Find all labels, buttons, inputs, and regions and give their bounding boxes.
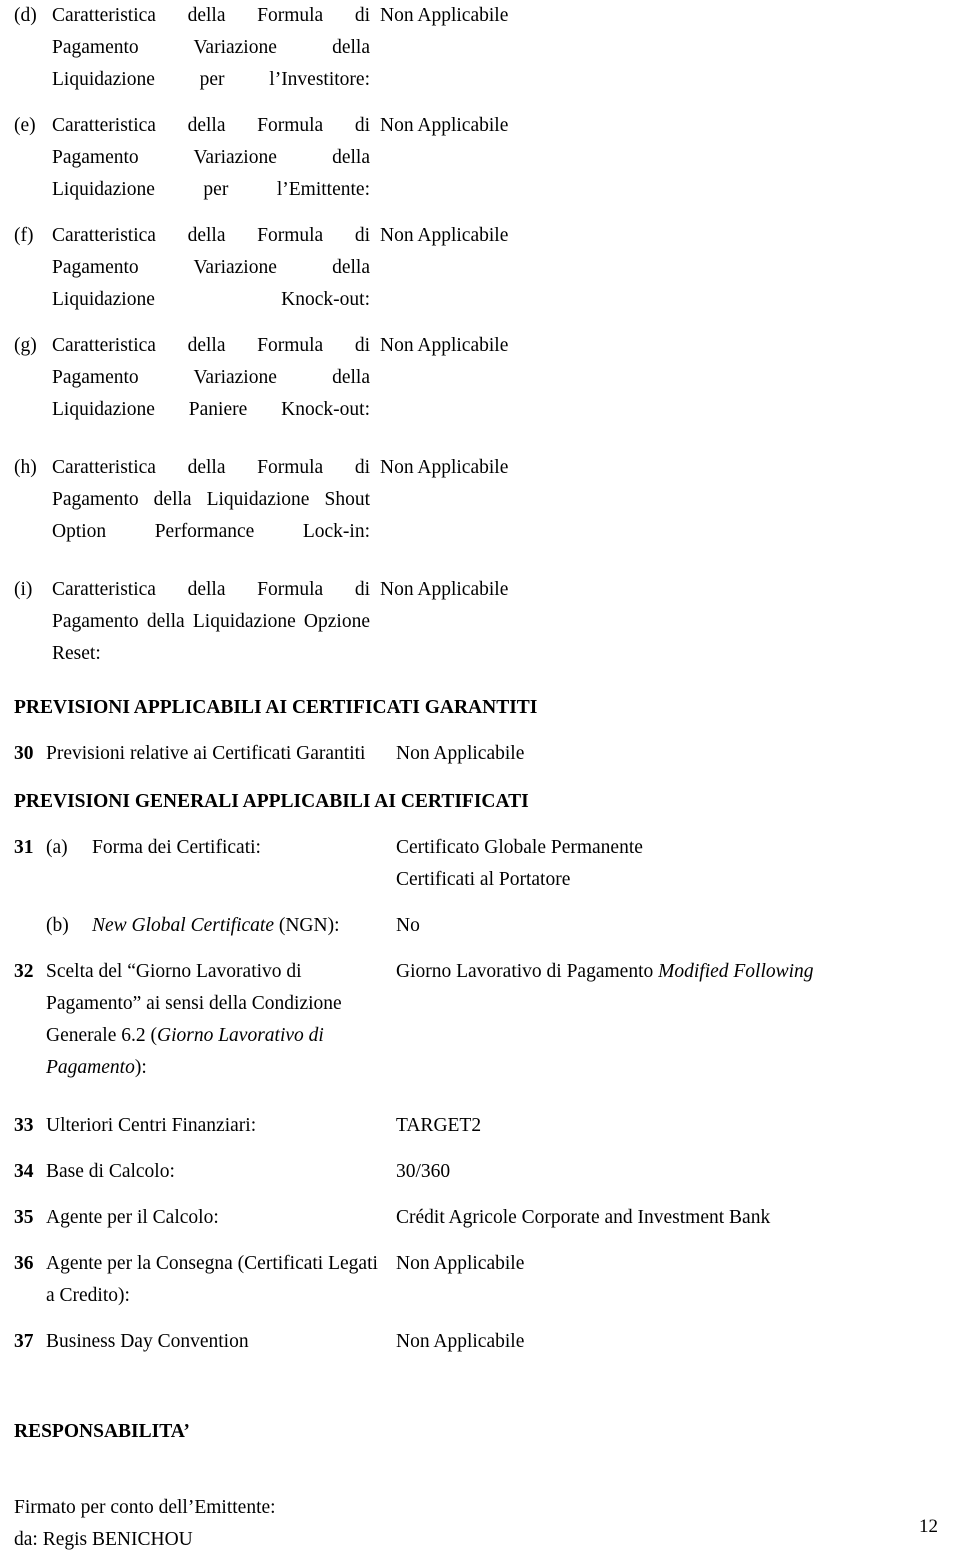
item-label: Caratteristica della Formula di Pagament…: [52, 457, 370, 542]
item-marker: (g): [14, 335, 37, 356]
item-marker: (d): [14, 5, 37, 26]
responsabilita-title: RESPONSABILITA’: [14, 1421, 190, 1442]
row-label: Agente per il Calcolo:: [46, 1207, 219, 1228]
row-value: Certificato Globale Permanente Certifica…: [396, 832, 960, 896]
page-number: 12: [919, 1516, 938, 1537]
table-row: 34 Base di Calcolo: 30/360: [0, 1156, 960, 1188]
row-value: Non Applicabile: [396, 743, 525, 764]
item-marker: (e): [14, 115, 36, 136]
item-value: Non Applicabile: [380, 225, 509, 246]
list-item: (i) Caratteristica della Formula di Paga…: [0, 574, 960, 670]
item-marker: (h): [14, 457, 37, 478]
row-number: 31: [14, 837, 34, 858]
table-row: 31 (a) Forma dei Certificati: Certificat…: [0, 832, 960, 896]
list-item: (g) Caratteristica della Formula di Paga…: [0, 330, 960, 426]
list-item: (f) Caratteristica della Formula di Paga…: [0, 220, 960, 316]
row-value-italic: Modified Following: [658, 961, 814, 982]
row-number: 37: [14, 1331, 34, 1352]
row-marker: (b): [46, 915, 69, 936]
table-row: 33 Ulteriori Centri Finanziari: TARGET2: [0, 1110, 960, 1142]
item-label: Caratteristica della Formula di Pagament…: [52, 115, 370, 200]
document-page: (d) Caratteristica della Formula di Paga…: [0, 0, 960, 1559]
row-value-part1: Giorno Lavorativo di Pagamento: [396, 961, 659, 982]
row-number: 34: [14, 1161, 34, 1182]
row-number: 32: [14, 961, 34, 982]
list-item: (e) Caratteristica della Formula di Paga…: [0, 110, 960, 206]
row-number: 36: [14, 1253, 34, 1274]
item-label: Caratteristica della Formula di Pagament…: [52, 579, 370, 664]
list-item: (d) Caratteristica della Formula di Paga…: [0, 0, 960, 96]
item-label: Caratteristica della Formula di Pagament…: [52, 335, 370, 420]
item-label: Caratteristica della Formula di Pagament…: [52, 5, 370, 90]
row-label: New Global Certificate (NGN):: [92, 910, 396, 942]
item-value: Non Applicabile: [380, 115, 509, 136]
section-heading-garantiti: PREVISIONI APPLICABILI AI CERTIFICATI GA…: [14, 697, 538, 718]
signature-line-1: Firmato per conto dell’Emittente:: [14, 1497, 276, 1518]
row-label: Previsioni relative ai Certificati Garan…: [46, 743, 366, 764]
item-marker: (i): [14, 579, 33, 600]
row-label: Agente per la Consegna (Certificati Lega…: [46, 1253, 378, 1306]
item-value: Non Applicabile: [380, 579, 509, 600]
table-row: 32 Scelta del “Giorno Lavorativo di Paga…: [0, 956, 960, 1084]
row-label-part2: ):: [134, 1057, 147, 1078]
list-item: (h) Caratteristica della Formula di Paga…: [0, 452, 960, 548]
item-marker: (f): [14, 225, 34, 246]
row-value: TARGET2: [396, 1115, 482, 1136]
row-label: Scelta del “Giorno Lavorativo di Pagamen…: [46, 956, 396, 1084]
row-value: 30/360: [396, 1161, 451, 1182]
row-value: Giorno Lavorativo di Pagamento Modified …: [396, 956, 960, 988]
table-row: 36 Agente per la Consegna (Certificati L…: [0, 1248, 960, 1312]
row-value: Non Applicabile: [396, 1253, 525, 1274]
row-value: No: [396, 915, 420, 936]
row-marker: (a): [46, 837, 68, 858]
row-label: Business Day Convention: [46, 1331, 249, 1352]
row-number: 33: [14, 1115, 34, 1136]
row-number: 30: [14, 743, 34, 764]
row-label: Forma dei Certificati:: [92, 837, 261, 858]
row-value-line1: Certificato Globale Permanente: [396, 837, 643, 858]
item-label: Caratteristica della Formula di Pagament…: [52, 225, 370, 310]
row-value-line2: Certificati al Portatore: [396, 869, 571, 890]
signature-line-2: da: Regis BENICHOU: [14, 1529, 193, 1550]
table-row: 30 Previsioni relative ai Certificati Ga…: [0, 738, 960, 770]
row-number: 35: [14, 1207, 34, 1228]
table-row: (b) New Global Certificate (NGN): No: [0, 910, 960, 942]
item-value: Non Applicabile: [380, 5, 509, 26]
table-row: 37 Business Day Convention Non Applicabi…: [0, 1326, 960, 1358]
row-value: Crédit Agricole Corporate and Investment…: [396, 1207, 771, 1228]
row-label-rest: (NGN):: [273, 915, 340, 936]
row-value: Non Applicabile: [396, 1331, 525, 1352]
item-value: Non Applicabile: [380, 335, 509, 356]
table-row: 35 Agente per il Calcolo: Crédit Agricol…: [0, 1202, 960, 1234]
row-label: Ulteriori Centri Finanziari:: [46, 1115, 257, 1136]
item-value: Non Applicabile: [380, 457, 509, 478]
section-heading-generali: PREVISIONI GENERALI APPLICABILI AI CERTI…: [14, 791, 529, 812]
row-label-italic: New Global Certificate: [92, 915, 274, 936]
row-label: Base di Calcolo:: [46, 1161, 175, 1182]
